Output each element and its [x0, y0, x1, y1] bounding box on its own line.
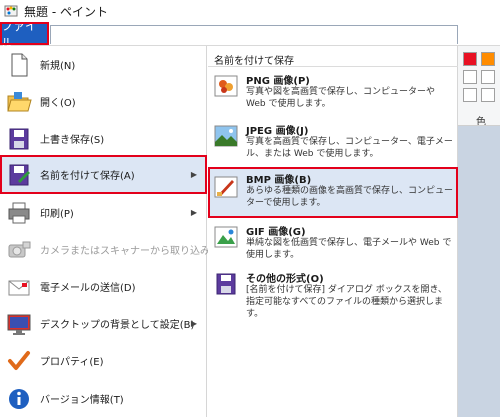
gif-image-icon	[214, 226, 238, 248]
submenu-item-title: PNG 画像(P)	[246, 76, 310, 87]
menu-item-set-desktop-background[interactable]: デスクトップの背景として設定(B) ▶	[0, 305, 207, 342]
submenu-item-description: 単純な図を低画質で保存し、電子メールや Web で使用します。	[246, 238, 452, 260]
color-swatch-blank[interactable]	[463, 88, 477, 102]
menu-item-label: 新規(N)	[40, 61, 76, 72]
submenu-item-description: 写真を高画質で保存し、コンピューター、電子メール、または Web で使用します。	[246, 137, 453, 159]
color-swatch-orange[interactable]	[481, 52, 495, 66]
color-swatch-blank[interactable]	[481, 88, 495, 102]
png-image-icon	[214, 75, 238, 97]
menu-item-new[interactable]: 新規(N)	[0, 46, 207, 83]
menu-item-about[interactable]: バージョン情報(T)	[0, 380, 207, 417]
printer-icon	[8, 202, 30, 223]
menu-item-save-as[interactable]: 名前を付けて保存(A) ▶	[0, 155, 207, 194]
checkmark-icon	[8, 350, 30, 370]
save-as-icon	[9, 164, 30, 185]
menu-item-label: 電子メールの送信(D)	[40, 283, 136, 294]
color-swatch-blank[interactable]	[481, 70, 495, 84]
submenu-arrow-icon: ▶	[190, 319, 197, 328]
menu-item-label: バージョン情報(T)	[40, 395, 124, 406]
menu-item-label: デスクトップの背景として設定(B)	[40, 320, 195, 331]
submenu-arrow-icon: ▶	[190, 170, 197, 179]
title-bar: 無題 - ペイント	[0, 0, 500, 22]
file-tab[interactable]: ファイル	[0, 19, 49, 50]
email-envelope-icon	[8, 280, 30, 295]
submenu-item-description: 写真や図を高画質で保存し、コンピューターや Web で使用します。	[246, 87, 436, 109]
menu-item-print[interactable]: 印刷(P) ▶	[0, 194, 207, 231]
submenu-item-title: BMP 画像(B)	[246, 175, 312, 186]
open-folder-icon	[7, 91, 32, 111]
submenu-item-description: [名前を付けて保存] ダイアログ ボックスを開き、指定可能なすべてのファイルの種…	[246, 285, 447, 319]
save-as-gif[interactable]: GIF 画像(G) 単純な図を低画質で保存し、電子メールや Web で使用します…	[208, 219, 458, 269]
submenu-item-description: あらゆる種類の画像を高画質で保存し、コンピューターで使用します。	[246, 186, 454, 208]
submenu-header: 名前を付けて保存	[214, 56, 294, 67]
menu-item-label: 上書き保存(S)	[40, 135, 105, 146]
menu-item-open[interactable]: 開く(O)	[0, 83, 207, 120]
save-as-other-formats[interactable]: その他の形式(O) [名前を付けて保存] ダイアログ ボックスを開き、指定可能な…	[208, 266, 458, 319]
menu-item-label: 開く(O)	[40, 98, 76, 109]
color-swatch-red[interactable]	[463, 52, 477, 66]
submenu-item-title: JPEG 画像(J)	[246, 126, 309, 137]
ribbon-tab-strip	[50, 25, 458, 44]
submenu-divider	[208, 66, 458, 67]
menu-item-save[interactable]: 上書き保存(S)	[0, 120, 207, 157]
bmp-image-icon	[214, 176, 238, 198]
other-formats-icon	[216, 273, 236, 295]
submenu-item-title: その他の形式(O)	[246, 274, 324, 285]
info-icon	[9, 388, 29, 409]
canvas-background	[458, 126, 500, 417]
save-floppy-icon	[9, 128, 29, 149]
menu-item-send-email[interactable]: 電子メールの送信(D)	[0, 268, 207, 305]
submenu-item-title: GIF 画像(G)	[246, 227, 306, 238]
color-swatch-blank[interactable]	[463, 70, 477, 84]
menu-item-label: プロパティ(E)	[40, 357, 104, 368]
camera-scanner-icon	[8, 241, 31, 257]
jpeg-image-icon	[214, 125, 238, 147]
menu-item-properties[interactable]: プロパティ(E)	[0, 342, 207, 379]
menu-item-import-camera: カメラまたはスキャナーから取り込み(M)	[0, 231, 226, 268]
save-as-bmp[interactable]: BMP 画像(B) あらゆる種類の画像を高画質で保存し、コンピューターで使用しま…	[208, 167, 458, 218]
desktop-background-icon	[7, 314, 31, 335]
submenu-arrow-icon: ▶	[190, 208, 197, 217]
menu-item-label: カメラまたはスキャナーから取り込み(M)	[40, 246, 227, 257]
save-as-png[interactable]: PNG 画像(P) 写真や図を高画質で保存し、コンピューターや Web で使用し…	[208, 68, 458, 118]
save-as-jpeg[interactable]: JPEG 画像(J) 写真を高画質で保存し、コンピューター、電子メール、または …	[208, 118, 458, 168]
menu-item-label: 名前を付けて保存(A)	[40, 171, 135, 182]
menu-item-label: 印刷(P)	[40, 209, 74, 220]
new-document-icon	[11, 53, 28, 76]
